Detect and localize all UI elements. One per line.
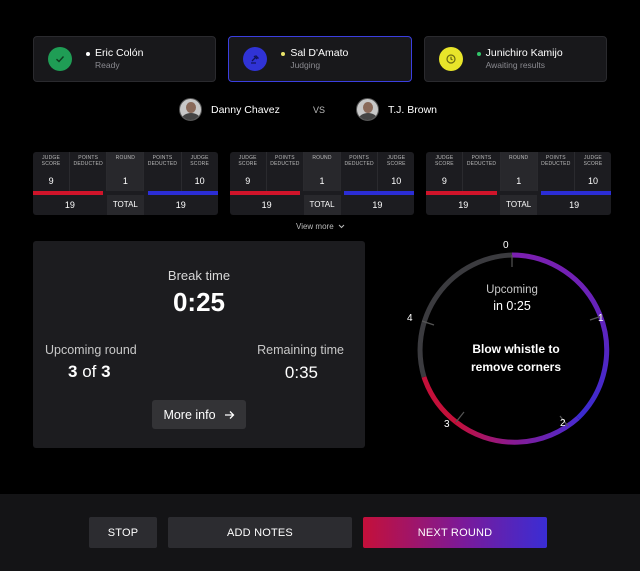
header-round: ROUND bbox=[115, 155, 136, 161]
header-round: ROUND bbox=[509, 155, 529, 161]
judges-row: Eric Colón Ready Sal D'Amato Judging Jun… bbox=[33, 36, 607, 82]
dial-number-0: 0 bbox=[503, 240, 509, 251]
remaining-time-label: Remaining time bbox=[257, 343, 344, 357]
header-points-deducted: POINTS DEDUCTED bbox=[73, 155, 103, 167]
status-dot bbox=[281, 51, 286, 56]
judge-card-junichiro-kamijo[interactable]: Junichiro Kamijo Awaiting results bbox=[423, 36, 607, 82]
total-label: TOTAL bbox=[500, 195, 538, 215]
check-icon bbox=[48, 47, 72, 71]
footer-bar: STOP ADD NOTES NEXT ROUND bbox=[0, 494, 640, 571]
view-more-label: View more bbox=[296, 222, 334, 231]
more-info-button[interactable]: More info bbox=[152, 400, 246, 429]
red-judge-score: 9 bbox=[441, 176, 447, 186]
avatar bbox=[179, 98, 202, 121]
blue-total: 19 bbox=[569, 200, 580, 210]
blue-judge-score: 10 bbox=[587, 176, 598, 186]
judge-status: Ready bbox=[95, 60, 120, 71]
blue-total: 19 bbox=[372, 200, 383, 210]
score-card: JUDGE SCORE 9 POINTS DEDUCTED ROUND 1 POIN… bbox=[426, 152, 612, 215]
round-number: 1 bbox=[122, 176, 128, 186]
dial-number-1: 1 bbox=[598, 313, 604, 324]
header-judge-score: JUDGE SCORE bbox=[190, 155, 210, 167]
judge-name: Eric Colón bbox=[95, 47, 144, 60]
red-total: 19 bbox=[64, 200, 75, 210]
header-judge-score: JUDGE SCORE bbox=[435, 155, 454, 167]
dial-number-4: 4 bbox=[407, 313, 413, 324]
blue-judge-score: 10 bbox=[194, 176, 205, 186]
view-more-link[interactable]: View more bbox=[296, 222, 345, 231]
fighter-blue: T.J. Brown bbox=[356, 98, 437, 121]
score-card: JUDGE SCORE 9 POINTS DEDUCTED ROUND 1 POIN… bbox=[33, 152, 218, 215]
upcoming-round-label: Upcoming round bbox=[45, 343, 137, 357]
judge-status: Judging bbox=[290, 60, 321, 71]
header-points-deducted: POINTS DEDUCTED bbox=[147, 155, 178, 167]
status-dot bbox=[476, 51, 481, 56]
clock-icon bbox=[438, 47, 463, 71]
gavel-icon bbox=[243, 47, 268, 71]
total-label: TOTAL bbox=[303, 195, 341, 215]
judge-status: Awaiting results bbox=[485, 60, 546, 71]
header-round: ROUND bbox=[312, 155, 332, 161]
add-notes-button[interactable]: ADD NOTES bbox=[168, 517, 352, 548]
round-dial: Upcoming in 0:25 Blow whistle to remove … bbox=[392, 236, 624, 464]
header-judge-score: JUDGE SCORE bbox=[41, 155, 61, 167]
upcoming-round-total: 3 bbox=[101, 362, 111, 381]
arrow-right-icon bbox=[224, 410, 234, 419]
judge-card-sal-damato[interactable]: Sal D'Amato Judging bbox=[228, 36, 412, 82]
fighter-blue-name: T.J. Brown bbox=[388, 103, 438, 116]
red-total: 19 bbox=[458, 200, 469, 210]
score-cards: JUDGE SCORE 9 POINTS DEDUCTED ROUND 1 POIN… bbox=[33, 152, 612, 215]
dial-message: Blow whistle to remove corners bbox=[470, 342, 562, 374]
fighter-red-name: Danny Chavez bbox=[211, 103, 280, 116]
round-number: 1 bbox=[319, 176, 325, 186]
judge-name: Sal D'Amato bbox=[290, 47, 349, 60]
judge-card-eric-colon[interactable]: Eric Colón Ready bbox=[33, 36, 217, 82]
header-judge-score: JUDGE SCORE bbox=[238, 155, 258, 167]
judge-name: Junichiro Kamijo bbox=[485, 47, 563, 60]
dial-upcoming-time: in 0:25 bbox=[493, 299, 531, 313]
header-points-deducted: POINTS DEDUCTED bbox=[466, 155, 497, 167]
status-dot bbox=[86, 51, 90, 56]
dial-upcoming-label: Upcoming bbox=[486, 284, 538, 296]
score-card: JUDGE SCORE 9 POINTS DEDUCTED ROUND 1 POIN… bbox=[229, 152, 415, 215]
fighters-row: Danny Chavez VS T.J. Brown bbox=[0, 98, 640, 124]
fighter-red: Danny Chavez bbox=[179, 98, 280, 121]
red-judge-score: 9 bbox=[245, 176, 251, 186]
break-time-label: Break time bbox=[167, 268, 231, 283]
dial-number-3: 3 bbox=[444, 419, 450, 430]
header-points-deducted: POINTS DEDUCTED bbox=[541, 155, 571, 167]
header-judge-score: JUDGE SCORE bbox=[583, 155, 603, 167]
header-judge-score: JUDGE SCORE bbox=[386, 155, 406, 167]
upcoming-round-value: 3 of 3 bbox=[68, 362, 111, 382]
stop-button[interactable]: STOP bbox=[89, 517, 157, 548]
timer-panel: Break time 0:25 Upcoming round 3 of 3 Re… bbox=[33, 241, 365, 448]
upcoming-round-current: 3 bbox=[68, 362, 78, 381]
upcoming-round-of: of bbox=[82, 362, 97, 381]
dial-number-2: 2 bbox=[560, 418, 566, 429]
chevron-down-icon bbox=[338, 224, 345, 229]
avatar bbox=[356, 98, 379, 121]
total-label: TOTAL bbox=[106, 195, 144, 215]
red-total: 19 bbox=[261, 200, 272, 210]
more-info-label: More info bbox=[163, 407, 216, 422]
red-judge-score: 9 bbox=[48, 176, 54, 186]
vs-label: VS bbox=[313, 105, 326, 115]
round-number: 1 bbox=[516, 176, 522, 186]
remaining-time-value: 0:35 bbox=[284, 363, 318, 382]
header-points-deducted: POINTS DEDUCTED bbox=[270, 155, 300, 167]
break-time-value: 0:25 bbox=[172, 287, 226, 317]
next-round-button[interactable]: NEXT ROUND bbox=[363, 517, 547, 548]
blue-total: 19 bbox=[175, 200, 186, 210]
blue-judge-score: 10 bbox=[391, 176, 402, 186]
header-points-deducted: POINTS DEDUCTED bbox=[344, 155, 374, 167]
